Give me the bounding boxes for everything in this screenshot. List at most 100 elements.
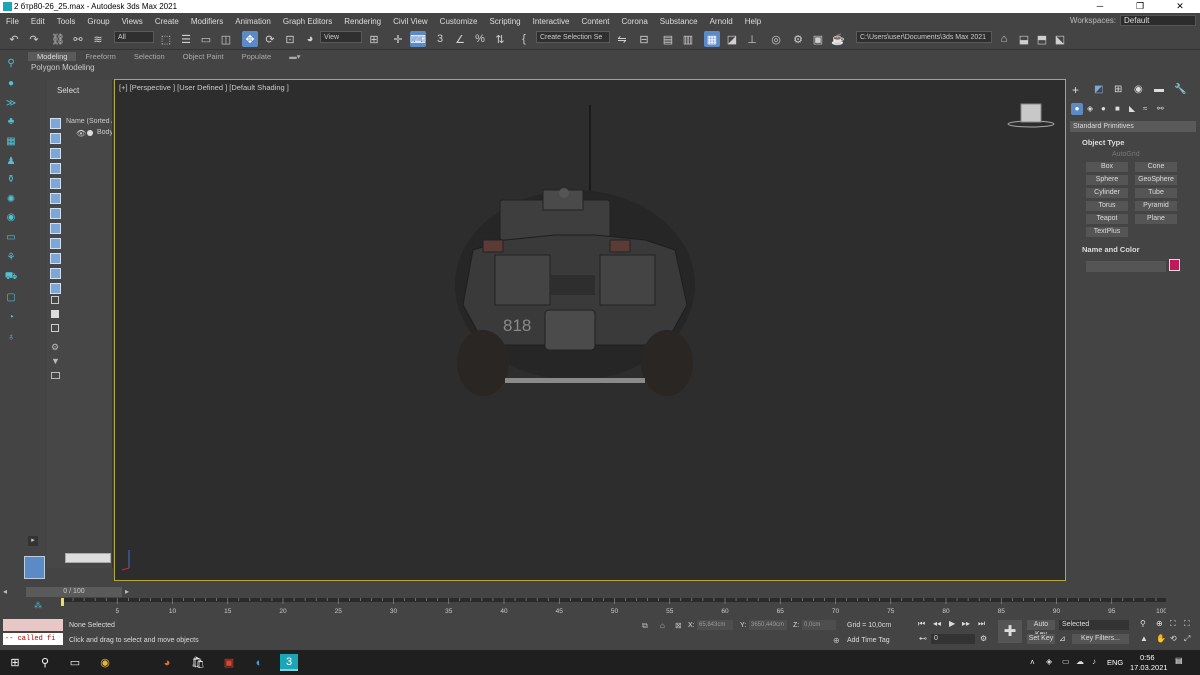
menu-content[interactable]: Content xyxy=(576,17,616,26)
link-icon[interactable]: ⛓ xyxy=(50,31,66,47)
filter-lights-icon[interactable] xyxy=(50,148,61,159)
render-icon[interactable]: ☕ xyxy=(830,31,846,47)
lights-cat-icon[interactable]: ● xyxy=(1101,104,1106,113)
bind-space-warp-icon[interactable]: ≋ xyxy=(90,31,106,47)
chrome-icon[interactable]: ◉ xyxy=(96,654,114,671)
time-next-icon[interactable]: ▸ xyxy=(125,587,129,596)
filter-bones-icon[interactable] xyxy=(50,238,61,249)
default-in-out-icon[interactable]: ⊿ xyxy=(1059,634,1066,643)
filter-frozen-icon[interactable] xyxy=(50,268,61,279)
filter-geometry-icon[interactable] xyxy=(50,118,61,129)
task-view-icon[interactable]: ▭ xyxy=(66,654,84,671)
curve-editor-icon[interactable]: ◪ xyxy=(724,31,740,47)
name-color-header[interactable]: Name and Color xyxy=(1082,245,1140,254)
select-manipulate-icon[interactable]: ✛ xyxy=(390,31,406,47)
menu-interactive[interactable]: Interactive xyxy=(527,17,576,26)
lamp-icon[interactable]: ✺ xyxy=(4,192,18,206)
track-bar[interactable]: 5 10 15 20 25 30 35 40 45 50 55 60 65 70 75 80 85 90 95 100 xyxy=(61,598,1166,614)
clock-date[interactable]: 17.03.2021 xyxy=(1130,663,1168,672)
dropbox-icon[interactable]: ◈ xyxy=(1046,657,1052,666)
box-outline-icon[interactable] xyxy=(51,372,60,379)
containers-icon[interactable]: ⬕ xyxy=(1052,31,1068,47)
bottle-icon[interactable]: ⚱ xyxy=(4,172,18,186)
windows-start-icon[interactable]: ⊞ xyxy=(6,654,24,671)
tab-object-paint[interactable]: Object Paint xyxy=(174,52,233,61)
sphere-icon[interactable]: ● xyxy=(4,76,18,90)
menu-substance[interactable]: Substance xyxy=(654,17,704,26)
zoom-extents-all-icon[interactable]: ⛶ xyxy=(1184,619,1190,629)
filter-cameras-icon[interactable] xyxy=(50,163,61,174)
time-tag-icon[interactable]: ⊕ xyxy=(833,636,840,645)
filter-xrefs-icon[interactable] xyxy=(50,223,61,234)
autogrid-checkbox[interactable]: AutoGrid xyxy=(1112,151,1140,158)
filter-spacewarps-icon[interactable] xyxy=(50,193,61,204)
scene-item-body[interactable]: Body xyxy=(97,129,112,136)
y-coord-field[interactable]: 3650,449cm xyxy=(749,620,787,630)
eye-icon[interactable]: ◔ xyxy=(4,310,18,324)
unlink-icon[interactable]: ⚯ xyxy=(70,31,86,47)
zoom-icon[interactable]: ⚲ xyxy=(1140,619,1146,628)
car-icon[interactable]: ⛟ xyxy=(4,270,18,284)
pin-icon[interactable]: ⚲ xyxy=(4,56,18,70)
freeze-dot-icon[interactable] xyxy=(87,130,93,136)
next-frame-icon[interactable]: ▸▸ xyxy=(962,619,970,628)
filter-keys-icon[interactable]: ⁂ xyxy=(34,601,42,610)
minimize-button[interactable]: ─ xyxy=(1080,0,1120,13)
notifications-icon[interactable]: ▤ xyxy=(1175,656,1183,665)
textplus-button[interactable]: TextPlus xyxy=(1086,227,1128,237)
grid-icon[interactable]: ▦ xyxy=(4,134,18,148)
tab-freeform[interactable]: Freeform xyxy=(76,52,124,61)
clock-time[interactable]: 0:56 xyxy=(1140,653,1155,662)
teapot-button[interactable]: Teapot xyxy=(1086,214,1128,224)
select-object-icon[interactable]: ⬚ xyxy=(158,31,174,47)
camera-icon[interactable]: ◉ xyxy=(4,210,18,224)
project-folder-icon[interactable]: ⌂ xyxy=(996,31,1012,47)
viewport-layout-icon[interactable] xyxy=(24,556,45,579)
name-column-header[interactable]: Name (Sorted A xyxy=(66,118,112,125)
3dsmax-taskbar-icon[interactable]: 3 xyxy=(280,654,298,671)
display-all-icon[interactable] xyxy=(51,296,59,304)
viewport-label[interactable]: [+] [Perspective ] [User Defined ] [Defa… xyxy=(119,83,289,92)
display-tab-icon[interactable]: ▬ xyxy=(1154,84,1164,95)
render-setup-icon[interactable]: ⚙ xyxy=(790,31,806,47)
display-invert-icon[interactable] xyxy=(51,324,59,332)
systems-cat-icon[interactable]: ⚯ xyxy=(1157,104,1164,113)
pyramid-button[interactable]: Pyramid xyxy=(1135,201,1177,211)
helpers-cat-icon[interactable]: ◣ xyxy=(1129,104,1135,113)
onedrive-icon[interactable]: ☁ xyxy=(1076,657,1084,666)
menu-scripting[interactable]: Scripting xyxy=(483,17,526,26)
spacewarps-cat-icon[interactable]: ≈ xyxy=(1143,104,1147,113)
cylinder-button[interactable]: Cylinder xyxy=(1086,188,1128,198)
prev-frame-icon[interactable]: ◂◂ xyxy=(933,619,941,628)
search-icon[interactable]: ⚲ xyxy=(36,654,54,671)
menu-edit[interactable]: Edit xyxy=(25,17,51,26)
plant-icon[interactable]: ⚘ xyxy=(4,250,18,264)
menu-customize[interactable]: Customize xyxy=(434,17,484,26)
project-path-dropdown[interactable]: C:\Users\user\Documents\3ds Max 2021 xyxy=(856,31,992,43)
zoom-all-icon[interactable]: ⊕ xyxy=(1156,619,1163,628)
modify-tab-icon[interactable]: ◩ xyxy=(1094,84,1103,95)
menu-file[interactable]: File xyxy=(0,17,25,26)
add-time-tag[interactable]: Add Time Tag xyxy=(847,637,890,644)
current-frame-field[interactable]: 0 xyxy=(931,634,975,644)
snaps-toggle-icon[interactable]: 3 xyxy=(432,31,448,47)
figure-icon[interactable]: ♟ xyxy=(4,154,18,168)
menu-animation[interactable]: Animation xyxy=(229,17,277,26)
selection-filter-dropdown[interactable]: All xyxy=(114,31,154,43)
menu-graph-editors[interactable]: Graph Editors xyxy=(277,17,338,26)
tab-modeling[interactable]: Modeling xyxy=(28,52,77,61)
plane-button[interactable]: Plane xyxy=(1135,214,1177,224)
redo-icon[interactable]: ↷ xyxy=(26,31,42,47)
office-icon[interactable]: ▣ xyxy=(220,654,238,671)
sphere-button[interactable]: Sphere xyxy=(1086,175,1128,185)
set-key-big-icon[interactable]: ✚ xyxy=(998,620,1022,643)
viewcube-icon[interactable] xyxy=(1005,100,1055,130)
close-button[interactable]: ✕ xyxy=(1160,0,1200,13)
angle-snap-icon[interactable]: ∠ xyxy=(452,31,468,47)
rendered-frame-icon[interactable]: ▣ xyxy=(810,31,826,47)
z-coord-field[interactable]: 0,0cm xyxy=(802,620,836,630)
ref-coord-dropdown[interactable]: View xyxy=(320,31,362,43)
object-type-header[interactable]: Object Type xyxy=(1082,138,1124,147)
fov-icon[interactable]: ▲ xyxy=(1140,634,1148,643)
ribbon-options-icon[interactable]: ▬▾ xyxy=(280,52,309,61)
